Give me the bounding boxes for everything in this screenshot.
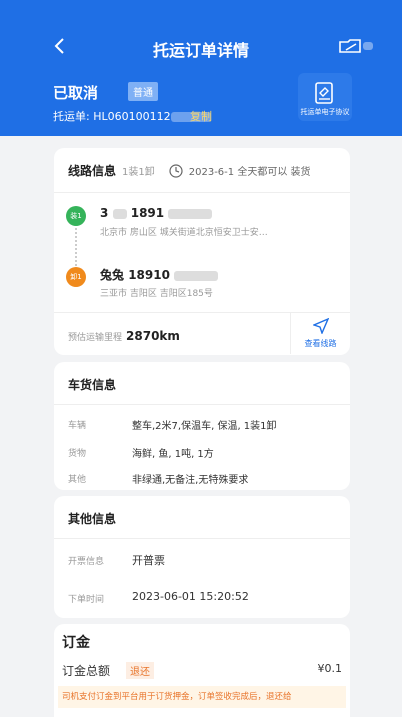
cargo-title: 车货信息 [68,378,117,392]
order-status: 已取消 [53,84,99,102]
view-route-button[interactable]: 查看线路 [290,312,350,354]
load-address: 北京市 房山区 城关街道北京恒安卫士安… [100,228,268,238]
clock-icon [169,163,183,178]
goods-value: 海鲜, 鱼, 1吨, 1方 [132,449,214,460]
invoice-label: 开票信息 [68,557,105,567]
order-number: 托运单: HL060100112 [53,108,211,124]
refund-tag: 退还 [126,662,154,679]
vehicle-label: 车辆 [68,421,87,431]
order-time-label: 下单时间 [68,595,105,605]
other-info-title: 其他信息 [68,512,117,526]
deposit-total-label: 订金总额 [62,664,111,678]
vehicle-value: 整车,2米7,保温车, 保温, 1装1卸 [132,421,277,432]
share-icon[interactable] [336,36,376,56]
navigation-icon [313,318,329,334]
cargo-card: 车货信息 车辆 整车,2米7,保温车, 保温, 1装1卸 货物 海鲜, 鱼, 1… [54,362,350,490]
order-time-value: 2023-06-01 15:20:52 [132,590,249,603]
other-value: 非绿通,无备注,无特殊要求 [132,475,249,486]
load-badge: 装1 [66,206,86,226]
load-contact: 3 1891 [100,206,213,220]
route-card: 线路信息 1装1卸 2023-6-1 全天都可以 装货 装1 3 1891 北京… [54,148,350,355]
goods-label: 货物 [68,449,87,459]
header-bar: 托运订单详情 已取消 普通 托运单: HL060100112 复制 托运单电子协… [0,0,402,136]
unload-badge: 卸1 [66,267,86,287]
route-title: 线路信息 [68,164,117,178]
invoice-value: 开普票 [132,554,165,567]
deposit-amount: ¥0.1 [317,662,343,675]
other-label: 其他 [68,475,87,485]
document-edit-icon [315,82,333,104]
deposit-card: 订金 订金总额 退还 ¥0.1 司机支付订金到平台用于订货押金，订单签收完成后，… [54,624,350,717]
order-type-badge: 普通 [128,82,158,101]
load-date: 2023-6-1 全天都可以 装货 [188,167,311,178]
copy-button[interactable]: 复制 [190,108,212,124]
other-info-card: 其他信息 开票信息 开普票 下单时间 2023-06-01 15:20:52 [54,496,350,618]
deposit-title: 订金 [62,635,90,651]
route-sub: 1装1卸 [122,167,155,178]
unload-contact: 兔兔 18910 [100,266,219,283]
unload-address: 三亚市 吉阳区 吉阳区185号 [100,289,213,299]
protocol-button[interactable]: 托运单电子协议 [298,73,352,121]
mileage: 预估运输里程 2870km [68,329,180,343]
deposit-note: 司机支付订金到平台用于订货押金，订单签收完成后，退还给 [58,686,346,708]
